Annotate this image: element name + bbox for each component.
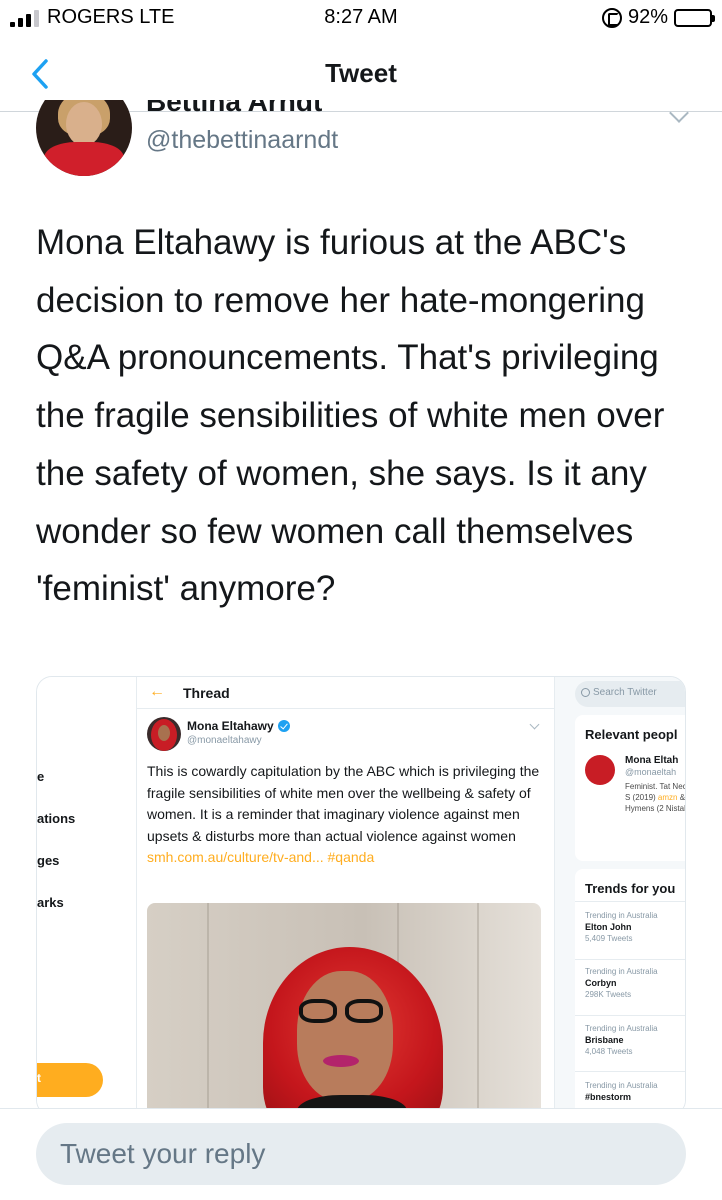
- status-right: 92%: [601, 6, 715, 29]
- embed-tweet-button: t: [37, 1063, 103, 1097]
- embed-tweet-link: smh.com.au/culture/tv-and... #qanda: [147, 849, 375, 865]
- embed-trend-item: Trending in Australia Brisbane 4,048 Twe…: [585, 1024, 685, 1056]
- author-handle[interactable]: @thebettinaarndt: [146, 126, 338, 155]
- embed-trend-name: Elton John: [585, 922, 632, 932]
- embed-trend-context: Trending in Australia: [585, 1081, 658, 1090]
- embed-author-name: Mona Eltahawy: [187, 719, 290, 733]
- embed-tweet-body: This is cowardly capitulation by the ABC…: [147, 763, 540, 844]
- embed-nav-item: ations: [37, 811, 76, 826]
- verified-badge-icon: [277, 720, 290, 732]
- embed-relevant-name: Mona Eltah: [625, 755, 679, 766]
- embed-nav-item: arks: [37, 895, 64, 910]
- embed-nav-item: ges: [37, 853, 60, 868]
- orientation-lock-icon: [601, 7, 622, 28]
- embed-trend-item: Trending in Australia #bnestorm: [585, 1081, 685, 1102]
- embed-relevant-bio-link: amzn: [657, 793, 678, 802]
- embed-search-box: Search Twitter: [575, 681, 685, 707]
- reply-input[interactable]: [36, 1123, 686, 1185]
- embed-tweet-text: This is cowardly capitulation by the ABC…: [147, 761, 551, 869]
- embed-trend-context: Trending in Australia: [585, 967, 658, 976]
- embed-trend-item: Trending in Australia Elton John 5,409 T…: [585, 911, 685, 943]
- chevron-down-icon: [529, 719, 540, 730]
- embed-relevant-avatar: [585, 755, 615, 785]
- embed-trend-count: 298K Tweets: [585, 990, 632, 999]
- embed-thread-title: Thread: [183, 685, 230, 701]
- reply-bar: [0, 1108, 722, 1200]
- embed-search-placeholder: Search Twitter: [593, 687, 657, 698]
- page-title: Tweet: [325, 58, 397, 88]
- embed-trend-name: #bnestorm: [585, 1092, 632, 1102]
- embed-relevant-bio: Feminist. Tat Necessary S (2019) amzn & …: [625, 781, 685, 814]
- tweet-media-image[interactable]: e ations ges arks t ← Thread Mona Eltaha…: [36, 676, 686, 1116]
- chevron-down-icon[interactable]: [669, 103, 689, 123]
- embed-relevant-people: Relevant peopl Mona Eltah @monaeltah Fem…: [575, 715, 685, 861]
- embed-thread: ← Thread Mona Eltahawy @monaeltahawy Thi…: [137, 677, 555, 1115]
- avatar[interactable]: [36, 100, 132, 176]
- embed-trends: Trends for you Trending in Australia Elt…: [575, 869, 685, 1115]
- battery-icon: [674, 8, 715, 27]
- tweet-text: Mona Eltahawy is furious at the ABC's de…: [36, 223, 665, 609]
- embed-relevant-title: Relevant peopl: [585, 727, 678, 742]
- embed-right-column: Search Twitter Relevant peopl Mona Eltah…: [555, 677, 685, 1115]
- embed-author-handle: @monaeltahawy: [187, 735, 262, 746]
- embed-thread-header: ← Thread: [137, 677, 555, 709]
- embed-trend-context: Trending in Australia: [585, 911, 658, 920]
- arrow-left-icon: ←: [149, 683, 165, 700]
- embed-left-nav: e ations ges arks t: [37, 677, 137, 1115]
- status-bar: ROGERS LTE 8:27 AM 92%: [0, 0, 722, 36]
- embed-trend-name: Brisbane: [585, 1035, 624, 1045]
- embed-trend-count: 4,048 Tweets: [585, 1047, 633, 1056]
- embed-avatar: [147, 717, 181, 751]
- embed-trend-context: Trending in Australia: [585, 1024, 658, 1033]
- embed-trend-name: Corbyn: [585, 978, 617, 988]
- embed-relevant-bio-1: Feminist. Tat Necessary S (2019): [625, 782, 685, 802]
- battery-percent: 92%: [627, 6, 668, 28]
- embed-nav-item: e: [37, 769, 45, 784]
- author-display-name[interactable]: Bettina Arndt: [146, 100, 322, 118]
- embed-author-name-text: Mona Eltahawy: [187, 719, 274, 733]
- tweet-author: Bettina Arndt @thebettinaarndt: [0, 100, 722, 190]
- embed-relevant-handle: @monaeltah: [625, 767, 677, 777]
- search-icon: [581, 688, 590, 697]
- embed-trends-title: Trends for you: [585, 881, 676, 896]
- embed-photo: [147, 903, 541, 1115]
- embed-trend-count: 5,409 Tweets: [585, 934, 633, 943]
- embed-trend-item: Trending in Australia Corbyn 298K Tweets: [585, 967, 685, 999]
